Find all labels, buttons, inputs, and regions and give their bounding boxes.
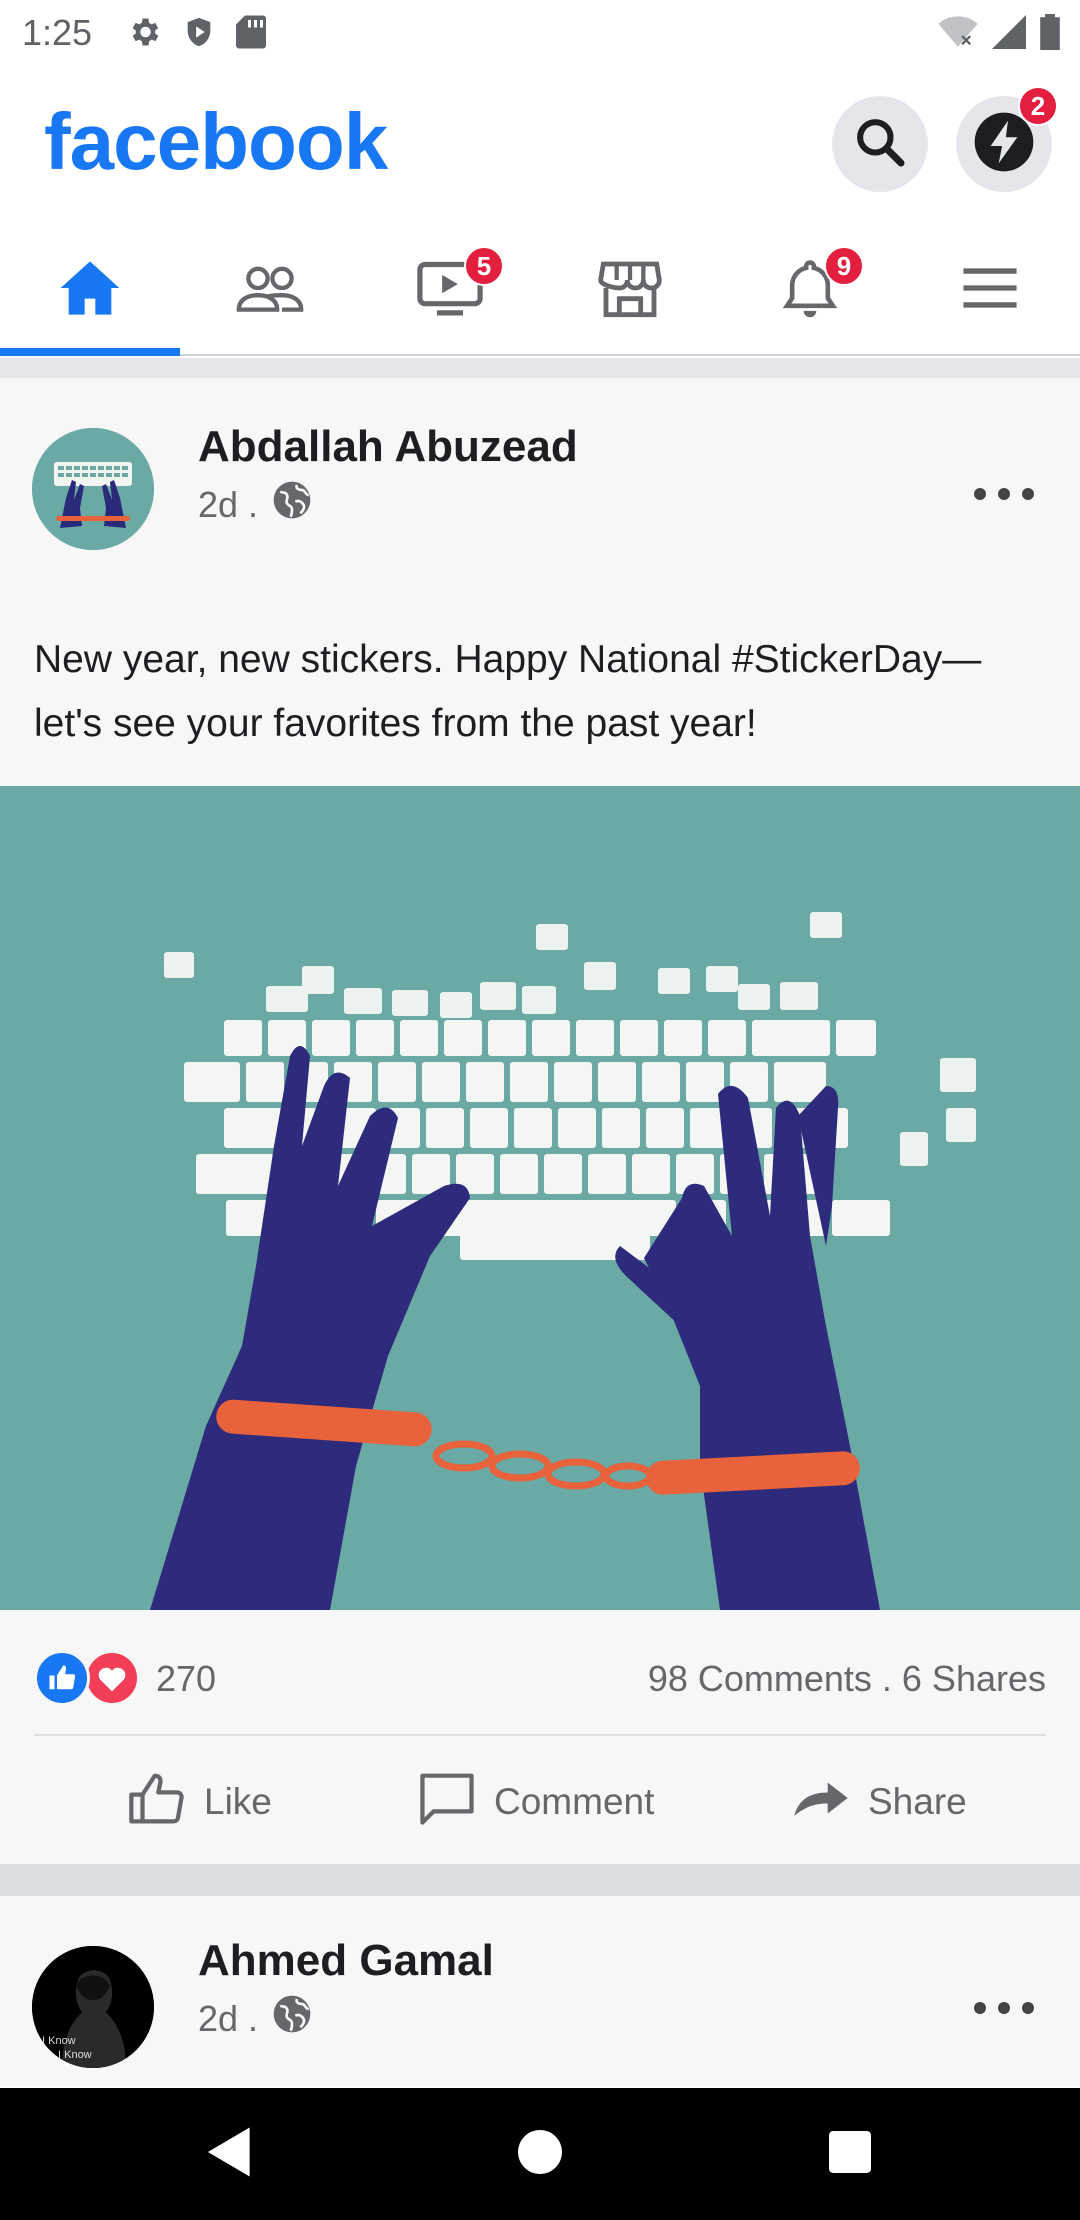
system-nav-bar <box>0 2088 1080 2220</box>
search-button[interactable] <box>832 96 928 192</box>
love-reaction-icon <box>84 1650 140 1706</box>
battery-icon <box>1040 14 1060 55</box>
tab-notifications[interactable]: 9 <box>720 226 900 354</box>
dot <box>974 2002 986 2014</box>
tab-bar: 5 9 <box>0 226 1080 356</box>
post-meta: 2d . <box>198 1994 312 2043</box>
signal-icon <box>992 14 1026 55</box>
wifi-off-icon <box>938 14 978 55</box>
share-label: Share <box>868 1781 967 1822</box>
post-image[interactable] <box>0 786 1080 1610</box>
share-button[interactable]: Share <box>792 1740 967 1864</box>
dot <box>1022 488 1034 500</box>
tab-watch[interactable]: 5 <box>360 226 540 354</box>
messenger-badge: 2 <box>1018 86 1058 126</box>
dot <box>998 2002 1010 2014</box>
back-button[interactable] <box>198 2122 262 2186</box>
notifications-badge: 9 <box>824 246 864 286</box>
thumbs-up-icon <box>128 1771 186 1834</box>
home-button[interactable] <box>508 2122 572 2186</box>
author-avatar[interactable]: I Know I Know <box>32 1946 154 2068</box>
post-options-button[interactable] <box>974 474 1034 514</box>
back-icon <box>205 2125 255 2184</box>
status-time: 1:25 <box>22 12 93 53</box>
sd-card-icon <box>236 14 266 55</box>
tab-home[interactable] <box>0 226 180 356</box>
facebook-logo[interactable]: facebook <box>44 96 388 188</box>
messenger-button[interactable]: 2 <box>956 86 1058 192</box>
reaction-count: 270 <box>156 1658 217 1699</box>
post-separator <box>0 1864 1080 1896</box>
recents-icon <box>829 2130 871 2178</box>
home-circle-icon <box>518 2129 562 2179</box>
dot <box>1022 2002 1034 2014</box>
post-author[interactable]: Ahmed Gamal <box>198 1936 494 1986</box>
status-bar: 1:25 <box>0 0 1080 66</box>
active-tab-indicator <box>0 348 180 356</box>
post-meta: 2d . <box>198 480 312 529</box>
shield-icon <box>182 14 216 55</box>
comments-shares-count[interactable]: 98 Comments . 6 Shares <box>648 1658 1046 1700</box>
post-card: Abdallah Abuzead 2d . New year, new stic… <box>0 378 1080 1864</box>
home-icon <box>58 258 122 323</box>
post-text: New year, new stickers. Happy National #… <box>34 638 982 745</box>
search-icon <box>852 114 908 175</box>
reactions-summary[interactable]: 270 98 Comments . 6 Shares <box>34 1610 1046 1736</box>
tab-friends[interactable] <box>180 226 360 354</box>
avatar-text: I Know <box>42 2035 76 2047</box>
marketplace-icon <box>598 258 662 323</box>
comment-button[interactable]: Comment <box>418 1740 654 1864</box>
globe-icon <box>272 1994 312 2043</box>
post-time: 2d . <box>198 1997 259 2039</box>
menu-icon <box>961 266 1019 315</box>
post-author[interactable]: Abdallah Abuzead <box>198 422 578 472</box>
tab-menu[interactable] <box>900 226 1080 354</box>
like-button[interactable]: Like <box>128 1740 272 1864</box>
share-arrow-icon <box>792 1778 850 1827</box>
dot <box>998 488 1010 500</box>
post-card: I Know I Know Ahmed Gamal 2d . <box>0 1896 1080 2086</box>
author-avatar[interactable] <box>32 428 154 550</box>
comment-label: Comment <box>494 1781 655 1822</box>
dot <box>974 488 986 500</box>
feed-separator <box>0 358 1080 378</box>
recents-button[interactable] <box>818 2122 882 2186</box>
comment-icon <box>418 1770 476 1835</box>
watch-badge: 5 <box>464 246 504 286</box>
app-header: facebook 2 <box>0 66 1080 226</box>
friends-icon <box>234 262 306 319</box>
like-label: Like <box>204 1781 272 1822</box>
post-actions: Like Comment Share <box>0 1740 1080 1864</box>
post-options-button[interactable] <box>974 1988 1034 2028</box>
tab-marketplace[interactable] <box>540 226 720 354</box>
globe-icon <box>272 480 312 529</box>
like-reaction-icon <box>34 1650 90 1706</box>
avatar-text: I Know <box>58 2049 92 2061</box>
post-time: 2d . <box>198 483 259 525</box>
settings-icon <box>126 14 162 55</box>
